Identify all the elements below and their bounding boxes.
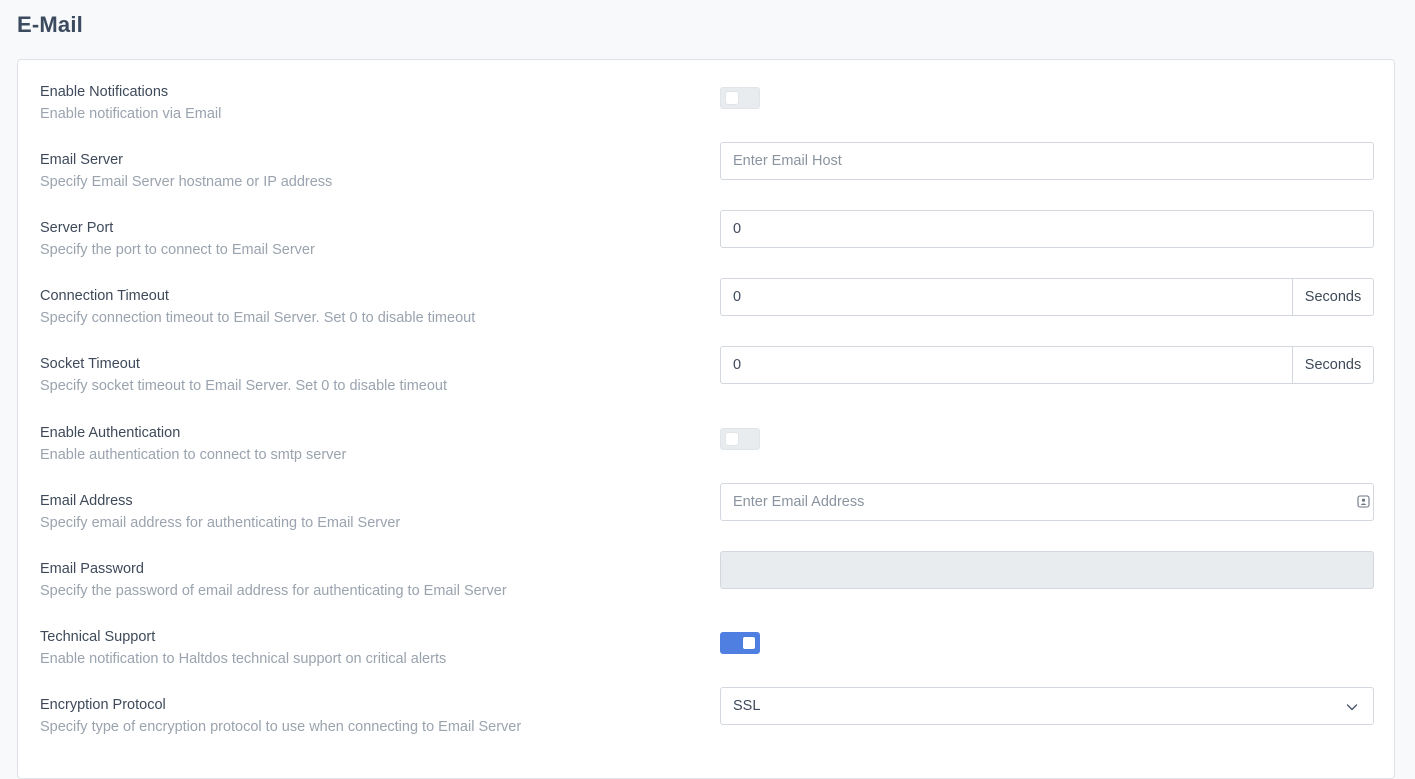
toggle-knob [726,92,738,104]
setting-label: Connection Timeout [40,288,169,304]
page-title: E-Mail [17,12,83,37]
setting-description: Specify the port to connect to Email Ser… [40,242,315,258]
setting-label: Email Server [40,152,123,168]
server-port-input[interactable] [720,210,1374,248]
setting-label: Technical Support [40,629,156,645]
email-address-input[interactable] [720,483,1374,521]
toggle-knob [743,637,755,649]
setting-row-encryption-protocol: Encryption Protocol Specify type of encr… [18,687,1394,765]
setting-row-socket-timeout: Socket Timeout Specify socket timeout to… [18,346,1394,424]
enable-notifications-toggle[interactable] [720,87,760,109]
email-password-input [720,551,1374,589]
seconds-unit-label: Seconds [1292,346,1374,384]
email-host-input[interactable] [720,142,1374,180]
setting-description: Enable notification via Email [40,106,222,122]
enable-authentication-toggle[interactable] [720,428,760,450]
setting-row-email-password: Email Password Specify the password of e… [18,551,1394,629]
setting-description: Specify Email Server hostname or IP addr… [40,174,333,190]
setting-description: Specify the password of email address fo… [40,583,507,599]
setting-label: Enable Authentication [40,425,181,441]
setting-label: Encryption Protocol [40,697,166,713]
connection-timeout-input[interactable] [720,278,1293,316]
chevron-down-icon [1346,704,1358,711]
setting-label: Enable Notifications [40,84,169,100]
setting-description: Enable authentication to connect to smtp… [40,447,347,463]
toggle-knob [726,433,738,445]
encryption-protocol-select[interactable]: SSL [720,687,1374,725]
selected-value: SSL [733,698,761,714]
setting-label: Email Password [40,561,144,577]
technical-support-toggle[interactable] [720,632,760,654]
seconds-unit-label: Seconds [1292,278,1374,316]
email-settings-card: Enable Notifications Enable notification… [17,59,1395,779]
setting-description: Specify type of encryption protocol to u… [40,719,522,735]
setting-description: Specify email address for authenticating… [40,515,401,531]
socket-timeout-input[interactable] [720,346,1293,384]
setting-label: Server Port [40,220,114,236]
setting-label: Socket Timeout [40,356,140,372]
setting-label: Email Address [40,493,133,509]
setting-description: Specify socket timeout to Email Server. … [40,378,447,394]
setting-description: Specify connection timeout to Email Serv… [40,310,476,326]
setting-description: Enable notification to Haltdos technical… [40,651,447,667]
autofill-contact-icon[interactable] [1357,495,1370,508]
